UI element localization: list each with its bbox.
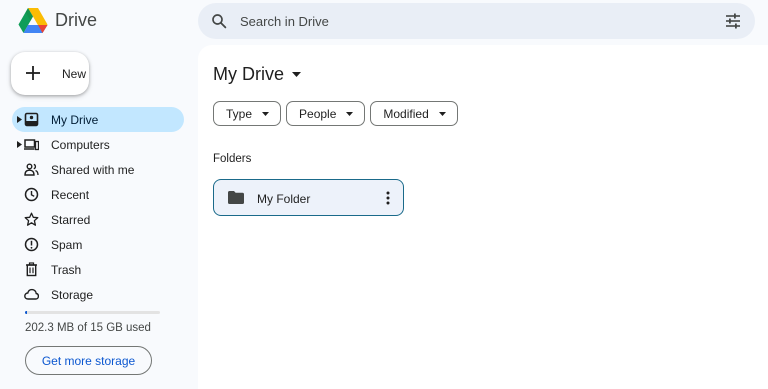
get-more-storage-button[interactable]: Get more storage	[25, 346, 152, 375]
caret-down-icon	[262, 111, 270, 116]
new-button[interactable]: New	[11, 52, 89, 95]
filter-chip-people[interactable]: People	[286, 101, 366, 126]
filter-chip-label: Modified	[383, 106, 429, 121]
shared-icon	[24, 163, 39, 176]
more-vert-icon[interactable]	[386, 191, 390, 205]
clock-icon	[24, 187, 39, 202]
trash-icon	[26, 262, 37, 277]
sidebar-item-label: My Drive	[51, 113, 99, 127]
folder-icon	[228, 191, 244, 204]
expand-caret-icon[interactable]	[17, 141, 22, 148]
sidebar-item-recent[interactable]: Recent	[12, 182, 184, 207]
spam-icon	[24, 237, 39, 252]
sidebar-item-my-drive[interactable]: My Drive	[12, 107, 184, 132]
new-button-label: New	[62, 67, 87, 81]
drive-logo-icon	[18, 8, 48, 33]
folders-heading: Folders	[213, 153, 252, 165]
drive-app: Drive Search in Drive New My Drive Compu…	[0, 0, 768, 389]
sidebar-item-spam[interactable]: Spam	[12, 232, 184, 257]
search-bar[interactable]: Search in Drive	[198, 3, 755, 39]
plus-icon	[26, 66, 40, 80]
sidebar-item-label: Trash	[51, 263, 82, 277]
storage-meter	[25, 311, 160, 314]
caret-down-icon	[438, 111, 446, 116]
drive-logo[interactable]: Drive	[18, 7, 97, 34]
main-panel: My Drive Type People Modified Folders My…	[198, 45, 768, 389]
sidebar-item-label: Starred	[51, 213, 91, 227]
filter-chips: Type People Modified	[213, 101, 463, 126]
search-input[interactable]: Search in Drive	[240, 14, 329, 29]
search-icon[interactable]	[210, 12, 228, 30]
sidebar-item-label: Storage	[51, 288, 94, 302]
expand-caret-icon[interactable]	[17, 116, 22, 123]
sidebar-item-computers[interactable]: Computers	[12, 132, 184, 157]
page-title-menu[interactable]: My Drive	[213, 64, 301, 85]
star-icon	[24, 212, 39, 226]
storage-used-text: 202.3 MB of 15 GB used	[25, 322, 151, 334]
sidebar-item-trash[interactable]: Trash	[12, 257, 184, 282]
filter-chip-label: People	[299, 106, 337, 121]
folder-name: My Folder	[257, 192, 311, 206]
sidebar-item-label: Computers	[51, 138, 110, 152]
search-options-icon[interactable]	[725, 13, 741, 29]
storage-meter-fill	[25, 311, 27, 314]
cloud-icon	[24, 288, 39, 300]
sidebar-nav: My Drive Computers Shared with me Recent…	[0, 107, 190, 307]
filter-chip-type[interactable]: Type	[213, 101, 282, 126]
caret-down-icon	[292, 72, 301, 77]
sidebar-item-label: Shared with me	[51, 163, 135, 177]
filter-chip-label: Type	[226, 106, 253, 121]
app-name: Drive	[55, 10, 98, 30]
caret-down-icon	[346, 111, 354, 116]
sidebar-item-shared-with-me[interactable]: Shared with me	[12, 157, 184, 182]
sidebar-item-label: Recent	[51, 188, 90, 202]
sidebar-item-storage[interactable]: Storage	[12, 282, 184, 307]
page-title: My Drive	[213, 64, 284, 84]
filter-chip-modified[interactable]: Modified	[370, 101, 458, 126]
folder-card[interactable]: My Folder	[213, 179, 404, 216]
computers-icon	[24, 139, 39, 151]
my-drive-icon	[24, 112, 39, 127]
sidebar-item-starred[interactable]: Starred	[12, 207, 184, 232]
sidebar-item-label: Spam	[51, 238, 83, 252]
